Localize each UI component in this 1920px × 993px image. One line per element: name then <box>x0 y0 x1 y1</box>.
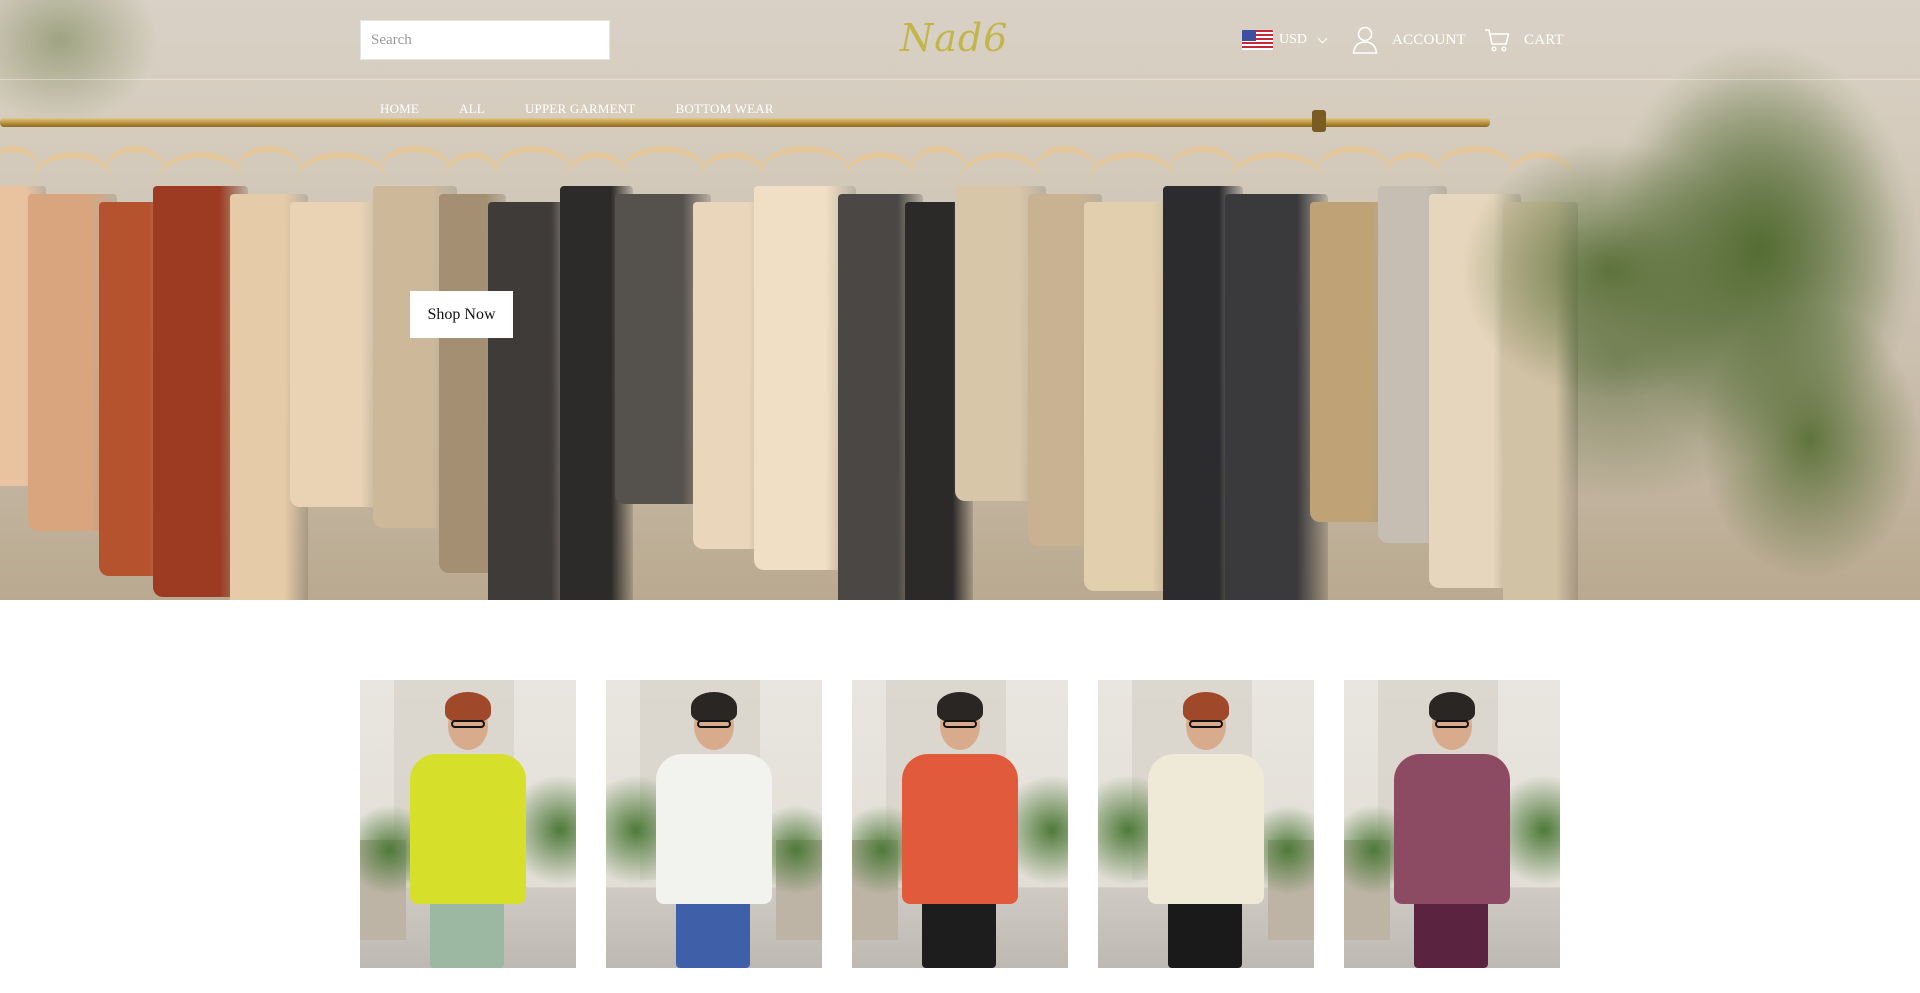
site-header: Nad6 USD ACCOUNT CART <box>0 0 1920 80</box>
model-top <box>656 754 772 904</box>
model-hair <box>1183 692 1229 722</box>
cart-label: CART <box>1524 31 1564 48</box>
palm-plant <box>1700 300 1920 580</box>
menu-item-bottom-wear[interactable]: BOTTOM WEAR <box>676 101 774 117</box>
product-card[interactable] <box>606 680 822 968</box>
menu-item-upper-garment[interactable]: UPPER GARMENT <box>525 101 636 117</box>
model-glasses <box>943 720 977 728</box>
product-card[interactable] <box>852 680 1068 968</box>
product-card[interactable] <box>360 680 576 968</box>
us-flag-icon <box>1242 30 1273 50</box>
menu-item-home[interactable]: HOME <box>380 101 419 117</box>
search-input[interactable] <box>360 20 610 60</box>
user-icon <box>1352 26 1378 54</box>
cart-link[interactable]: CART <box>1484 26 1564 54</box>
hanger <box>619 146 707 206</box>
model-glasses <box>1435 720 1469 728</box>
model-top <box>902 754 1018 904</box>
model-hair <box>445 692 491 722</box>
menu-item-all[interactable]: ALL <box>459 101 485 117</box>
account-label: ACCOUNT <box>1392 31 1466 48</box>
model-top <box>1394 754 1510 904</box>
product-card[interactable] <box>1098 680 1314 968</box>
currency-label: USD <box>1279 32 1308 47</box>
model-hair <box>691 692 737 722</box>
chevron-down-icon <box>1317 33 1328 43</box>
model-glasses <box>697 720 731 728</box>
brand-logo[interactable]: Nad6 <box>900 12 1007 64</box>
model-hair <box>1429 692 1475 722</box>
model-top <box>1148 754 1264 904</box>
model-glasses <box>1189 720 1223 728</box>
cart-icon <box>1485 29 1510 52</box>
product-card[interactable] <box>1344 680 1560 968</box>
model-glasses <box>451 720 485 728</box>
product-grid <box>360 680 1560 968</box>
model-hair <box>937 692 983 722</box>
account-link[interactable]: ACCOUNT <box>1352 26 1466 54</box>
model-top <box>410 754 526 904</box>
shop-now-button[interactable]: Shop Now <box>410 291 513 338</box>
currency-selector[interactable]: USD <box>1242 28 1328 52</box>
hero-banner: Nad6 USD ACCOUNT CART HOME <box>0 0 1920 600</box>
main-menu: HOME ALL UPPER GARMENT BOTTOM WEAR <box>380 101 774 117</box>
